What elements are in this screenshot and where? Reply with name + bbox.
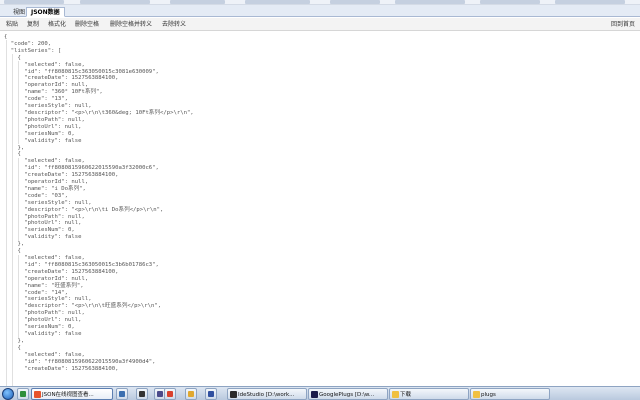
json-line: "id": "ff8080815960622015590a3f4900d4",	[4, 358, 156, 365]
json-line: "validity": false	[4, 137, 82, 144]
json-line: "photoPath": null,	[4, 310, 85, 317]
taskbar-item-googleplugs[interactable]: GooglePlugs [D:\w...	[308, 388, 388, 400]
taskbar: JSON在线视图查看... IdeStudio [D:\work... Goog…	[0, 386, 640, 400]
paste-button[interactable]: 粘贴	[6, 20, 18, 29]
taskbar-item-idestudio[interactable]: IdeStudio [D:\work...	[227, 388, 307, 400]
pin-glyph	[20, 391, 26, 397]
json-line: "selected": false,	[4, 61, 85, 68]
home-button[interactable]: 回到首页	[611, 20, 635, 29]
json-line: "id": "ff8080815960622015590a3f32000c6",	[4, 165, 159, 172]
folder-icon	[473, 391, 480, 398]
json-line: {	[4, 151, 21, 158]
json-line: "name": "360° 10Ft系列",	[4, 89, 103, 96]
taskbar-item-plugs[interactable]: plugs	[470, 388, 550, 400]
json-line: "photoPath": null,	[4, 213, 85, 220]
json-line: "operatorId": null,	[4, 275, 89, 282]
taskbar-item-downloads[interactable]: 下载	[389, 388, 469, 400]
tab-json-data[interactable]: JSON数据	[26, 7, 65, 17]
taskbar-item-label: plugs	[481, 392, 496, 398]
json-viewer[interactable]: { "code": 200, "listSeries": [ { "select…	[0, 32, 640, 386]
json-line: "photoUrl": null,	[4, 220, 82, 227]
json-line: "photoUrl": null,	[4, 123, 82, 130]
terminal-pin-icon[interactable]	[136, 388, 148, 400]
json-line: "photoUrl": null,	[4, 317, 82, 324]
json-toolbar: 粘贴 复制 格式化 删除空格 删除空格并转义 去除转义 回到首页	[0, 18, 640, 31]
json-line: "descriptor": "<p>\r\n\t360&deg; 10Ft系列<…	[4, 109, 194, 116]
ide-app-icon	[230, 391, 237, 398]
taskbar-item-label: JSON在线视图查看...	[42, 392, 94, 398]
json-line: "name": "旺盛系列",	[4, 282, 84, 289]
json-line: "seriesStyle": null,	[4, 103, 92, 110]
json-line: "seriesStyle": null,	[4, 199, 92, 206]
json-line: "seriesNum": 0,	[4, 324, 75, 331]
unescape-button[interactable]: 去除转义	[162, 20, 186, 29]
chrome-pin-icon[interactable]	[17, 388, 29, 400]
json-line: "seriesNum": 0,	[4, 227, 75, 234]
json-line: "selected": false,	[4, 351, 85, 358]
format-button[interactable]: 格式化	[48, 20, 66, 29]
json-line: "listSeries": [	[4, 47, 62, 54]
help-pin-icon[interactable]	[116, 388, 128, 400]
json-line: {	[4, 344, 21, 351]
view-tab-bar: 視图 JSON数据	[0, 5, 640, 17]
json-line: "selected": false,	[4, 255, 85, 261]
json-line: "operatorId": null,	[4, 179, 89, 186]
json-line: {	[4, 34, 8, 40]
json-line: "name": "i Do系列",	[4, 185, 86, 192]
json-line: "descriptor": "<p>\r\n\ti Do系列</p>\r\n",	[4, 206, 164, 213]
json-line: {	[4, 248, 21, 255]
json-line: "photoPath": null,	[4, 116, 85, 123]
taskbar-item-label: 下载	[400, 392, 412, 398]
json-line: "validity": false	[4, 234, 82, 241]
remove-spaces-button[interactable]: 删除空格	[75, 20, 99, 29]
folder-pin-icon[interactable]	[185, 388, 197, 400]
json-line: },	[4, 337, 25, 344]
taskbar-item-label: GooglePlugs [D:\w...	[319, 392, 375, 398]
json-line: "createDate": 1527563884100,	[4, 75, 119, 82]
json-line: "code": "14",	[4, 289, 68, 296]
json-line: "descriptor": "<p>\r\n\t旺盛系列</p>\r\n",	[4, 303, 162, 310]
json-line: "code": "03",	[4, 192, 68, 199]
browser-app-icon	[34, 391, 41, 398]
json-line: "selected": false,	[4, 158, 85, 165]
taskbar-item-label: IdeStudio [D:\work...	[238, 392, 295, 398]
json-text: { "code": 200, "listSeries": [ { "select…	[4, 34, 624, 372]
json-line: },	[4, 144, 25, 151]
json-line: "createDate": 1527563884100,	[4, 172, 119, 179]
json-line: "code": 200,	[4, 40, 52, 47]
json-line: "createDate": 1527563884100,	[4, 365, 119, 372]
json-line: "id": "ff8080815c363050015c3081e630009",	[4, 68, 159, 75]
start-button[interactable]	[2, 388, 14, 400]
json-line: "id": "ff8080815c363050015c3b6b01786c3",	[4, 261, 159, 268]
json-line: "code": "13",	[4, 96, 68, 103]
copy-button[interactable]: 复制	[27, 20, 39, 29]
remove-spaces-escape-button[interactable]: 删除空格并转义	[110, 20, 152, 29]
browser-pin-icon[interactable]	[164, 388, 176, 400]
taskbar-item-json-viewer[interactable]: JSON在线视图查看...	[31, 388, 113, 400]
json-line: },	[4, 241, 25, 248]
json-line: "createDate": 1527563884100,	[4, 268, 119, 275]
json-line: "seriesNum": 0,	[4, 130, 75, 137]
json-line: {	[4, 54, 21, 61]
json-line: "validity": false	[4, 330, 82, 337]
ide-pin-icon[interactable]	[205, 388, 217, 400]
ide-app-icon	[311, 391, 318, 398]
folder-icon	[392, 391, 399, 398]
